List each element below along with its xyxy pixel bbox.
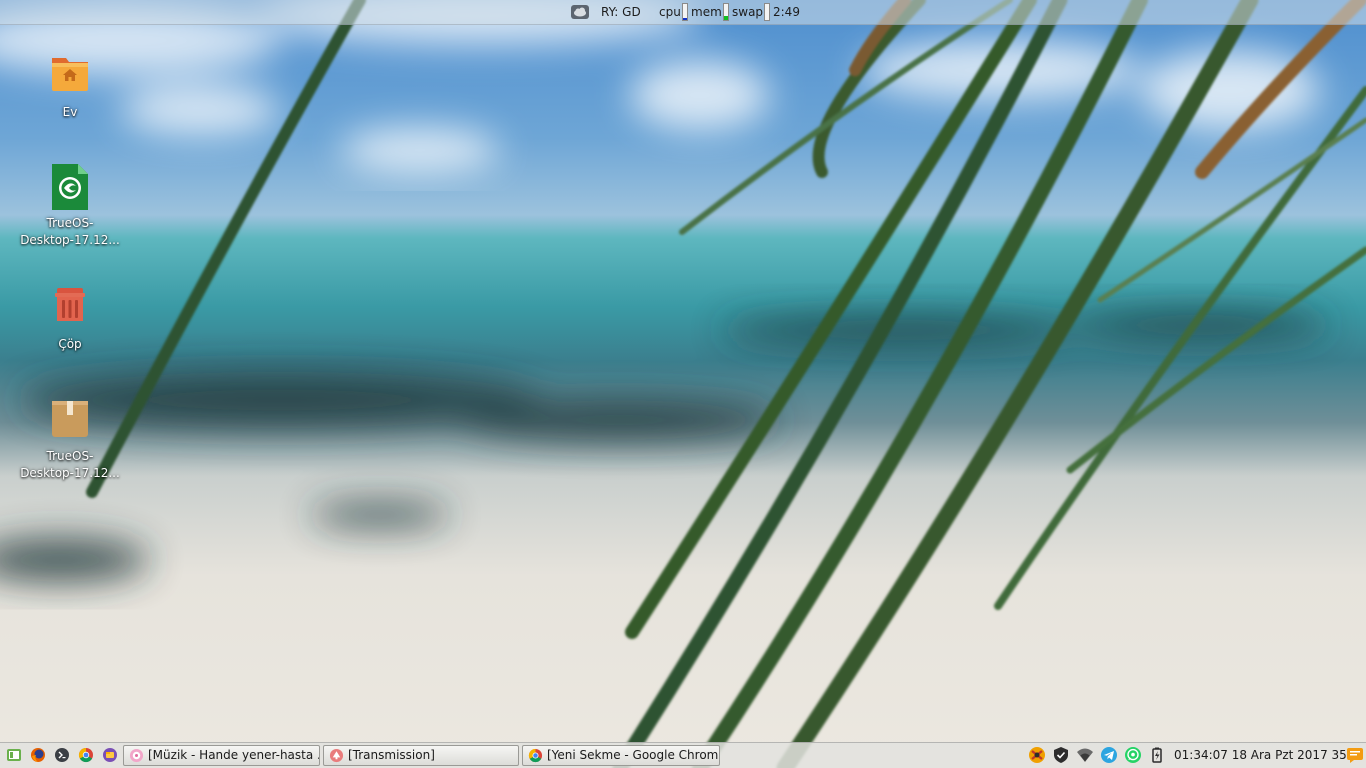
wifi-icon[interactable] [1076,746,1094,764]
file-manager-icon[interactable] [102,747,118,763]
desktop-icon-trash[interactable]: Çöp [14,284,126,353]
label-line: Desktop-17.12... [20,466,120,480]
telegram-icon[interactable] [1100,746,1118,764]
swap-label: swap [732,5,764,19]
label-line: TrueOS- [46,449,94,463]
cloud-icon[interactable] [571,0,589,24]
label-line: Desktop-17.12... [20,233,120,247]
bottom-panel: [Müzik - Hande yener-hasta ... [Transmis… [0,742,1366,768]
desktop-icon-label: TrueOS- Desktop-17.12... [14,215,126,249]
mem-meter-fill [724,16,728,20]
label-line: TrueOS- [46,216,94,230]
task-label: [Transmission] [348,748,435,762]
desktop-wallpaper [0,0,1366,768]
transmission-icon [329,748,344,763]
trash-icon [55,288,85,321]
firefox-icon[interactable] [30,747,46,763]
task-music-player[interactable]: [Müzik - Hande yener-hasta ... [123,745,320,766]
chrome-icon[interactable] [78,747,94,763]
home-folder-icon [52,58,88,91]
battery-icon[interactable] [1148,746,1166,764]
mem-meter[interactable] [723,3,729,21]
desktop-icon-label: Ev [62,105,78,119]
desktop-icon-torrent-file[interactable]: TrueOS- Desktop-17.12... [14,163,126,249]
desktop-icon-package[interactable]: TrueOS- Desktop-17.12... [14,396,126,482]
keyboard-layout-indicator[interactable]: RY: GD [601,0,641,24]
top-panel: RY: GD cpu mem swap 2:49 [0,0,1366,25]
task-label: [Müzik - Hande yener-hasta ... [148,748,320,762]
clock[interactable]: 01:34:07 18 Ara Pzt 2017 352 [1174,743,1354,768]
mem-label: mem [691,5,722,19]
package-icon [52,401,88,437]
desktop-icon-label: Çöp [58,337,82,351]
cpu-label: cpu [659,5,681,19]
desktop-icon-label: TrueOS- Desktop-17.12... [14,448,126,482]
battery-time[interactable]: 2:49 [773,0,800,24]
cpu-meter-fill [683,17,687,20]
task-label: [Yeni Sekme - Google Chrom... [547,748,720,762]
cpu-meter[interactable] [682,3,688,21]
game-icon[interactable] [1028,746,1046,764]
show-desktop-icon[interactable] [6,747,22,763]
swap-meter[interactable] [764,3,770,21]
music-player-icon [129,748,144,763]
task-chrome[interactable]: [Yeni Sekme - Google Chrom... [522,745,720,766]
task-transmission[interactable]: [Transmission] [323,745,519,766]
desktop-icon-home[interactable]: Ev [14,52,126,121]
whatsapp-icon[interactable] [1124,746,1142,764]
torrent-file-icon [52,164,88,210]
notification-icon[interactable] [1346,746,1364,764]
chrome-icon [528,748,543,763]
terminal-icon[interactable] [54,747,70,763]
shield-icon[interactable] [1052,746,1070,764]
